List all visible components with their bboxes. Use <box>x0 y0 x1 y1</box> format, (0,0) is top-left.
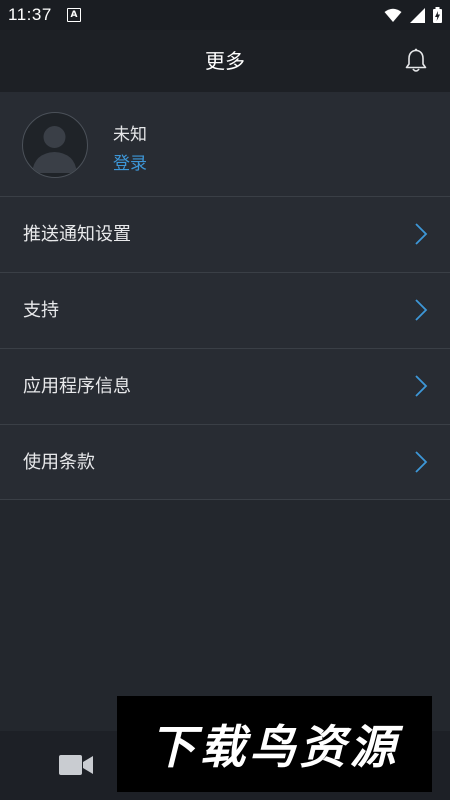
menu-item-push-notification-settings[interactable]: 推送通知设置 <box>0 197 450 272</box>
avatar[interactable] <box>22 112 88 178</box>
chevron-right-icon <box>415 451 428 473</box>
user-silhouette-icon <box>32 126 77 173</box>
chevron-right-icon <box>415 375 428 397</box>
signal-icon <box>410 7 425 23</box>
menu-item-terms-of-use[interactable]: 使用条款 <box>0 425 450 500</box>
app-header: 更多 <box>0 30 450 92</box>
status-time: 11:37 <box>8 5 52 24</box>
chevron-right-icon <box>415 223 428 245</box>
profile-card[interactable]: 未知 登录 <box>0 92 450 196</box>
menu-item-label: 使用条款 <box>23 452 95 473</box>
divider <box>0 499 450 500</box>
page-title: 更多 <box>205 49 245 73</box>
profile-name: 未知 <box>113 125 147 145</box>
menu-item-app-info[interactable]: 应用程序信息 <box>0 349 450 424</box>
chevron-right-icon <box>415 299 428 321</box>
menu-item-label: 应用程序信息 <box>23 376 131 397</box>
menu-item-support[interactable]: 支持 <box>0 273 450 348</box>
menu-item-label: 推送通知设置 <box>23 224 131 245</box>
app-screen: 11:37 A 更多 未知 登录 推送通知设置 支持 应用程序信息 使用条款 下… <box>0 0 450 800</box>
video-camera-icon[interactable] <box>58 753 94 777</box>
wifi-icon <box>384 8 402 22</box>
menu-item-label: 支持 <box>23 300 59 321</box>
watermark-overlay: 下载鸟资源 <box>117 696 432 792</box>
status-icons <box>384 5 442 25</box>
notification-a-icon: A <box>67 8 81 22</box>
bell-icon[interactable] <box>404 48 428 74</box>
battery-icon <box>433 7 442 23</box>
status-bar: 11:37 A <box>0 0 450 30</box>
login-link[interactable]: 登录 <box>113 149 147 174</box>
